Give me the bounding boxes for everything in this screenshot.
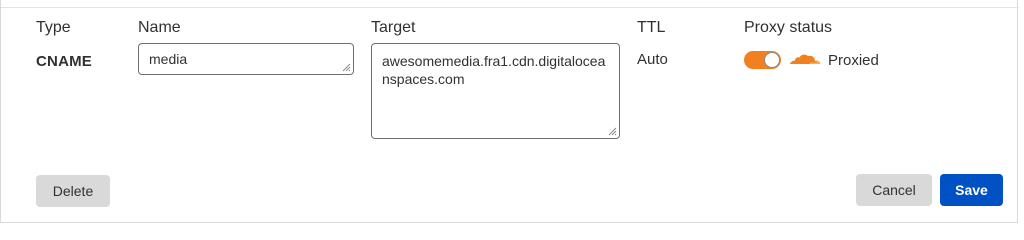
ttl-column-header: TTL	[637, 19, 666, 36]
save-button[interactable]: Save	[940, 174, 1003, 206]
toggle-knob	[764, 52, 780, 68]
resize-grip-icon[interactable]	[341, 62, 351, 72]
resize-grip-icon[interactable]	[607, 126, 617, 136]
ttl-value: Auto	[637, 51, 668, 68]
proxy-toggle[interactable]	[744, 51, 781, 69]
cancel-button[interactable]: Cancel	[856, 174, 932, 206]
divider	[1, 7, 1019, 8]
name-input[interactable]: media	[138, 43, 354, 75]
target-input[interactable]: awesomemedia.fra1.cdn.digitaloceanspaces…	[371, 43, 620, 139]
type-column-header: Type	[36, 19, 71, 36]
dns-record-edit-panel: Type Name Target TTL Proxy status CNAME …	[0, 0, 1019, 223]
delete-button[interactable]: Delete	[36, 175, 110, 207]
record-type-value: CNAME	[36, 53, 92, 70]
name-input-value: media	[149, 51, 188, 67]
cloud-icon	[790, 54, 821, 64]
name-column-header: Name	[138, 19, 181, 36]
proxy-status-column-header: Proxy status	[744, 19, 833, 36]
target-column-header: Target	[371, 19, 416, 36]
target-input-value: awesomemedia.fra1.cdn.digitaloceanspaces…	[382, 53, 606, 87]
proxy-status-label: Proxied	[828, 52, 879, 69]
